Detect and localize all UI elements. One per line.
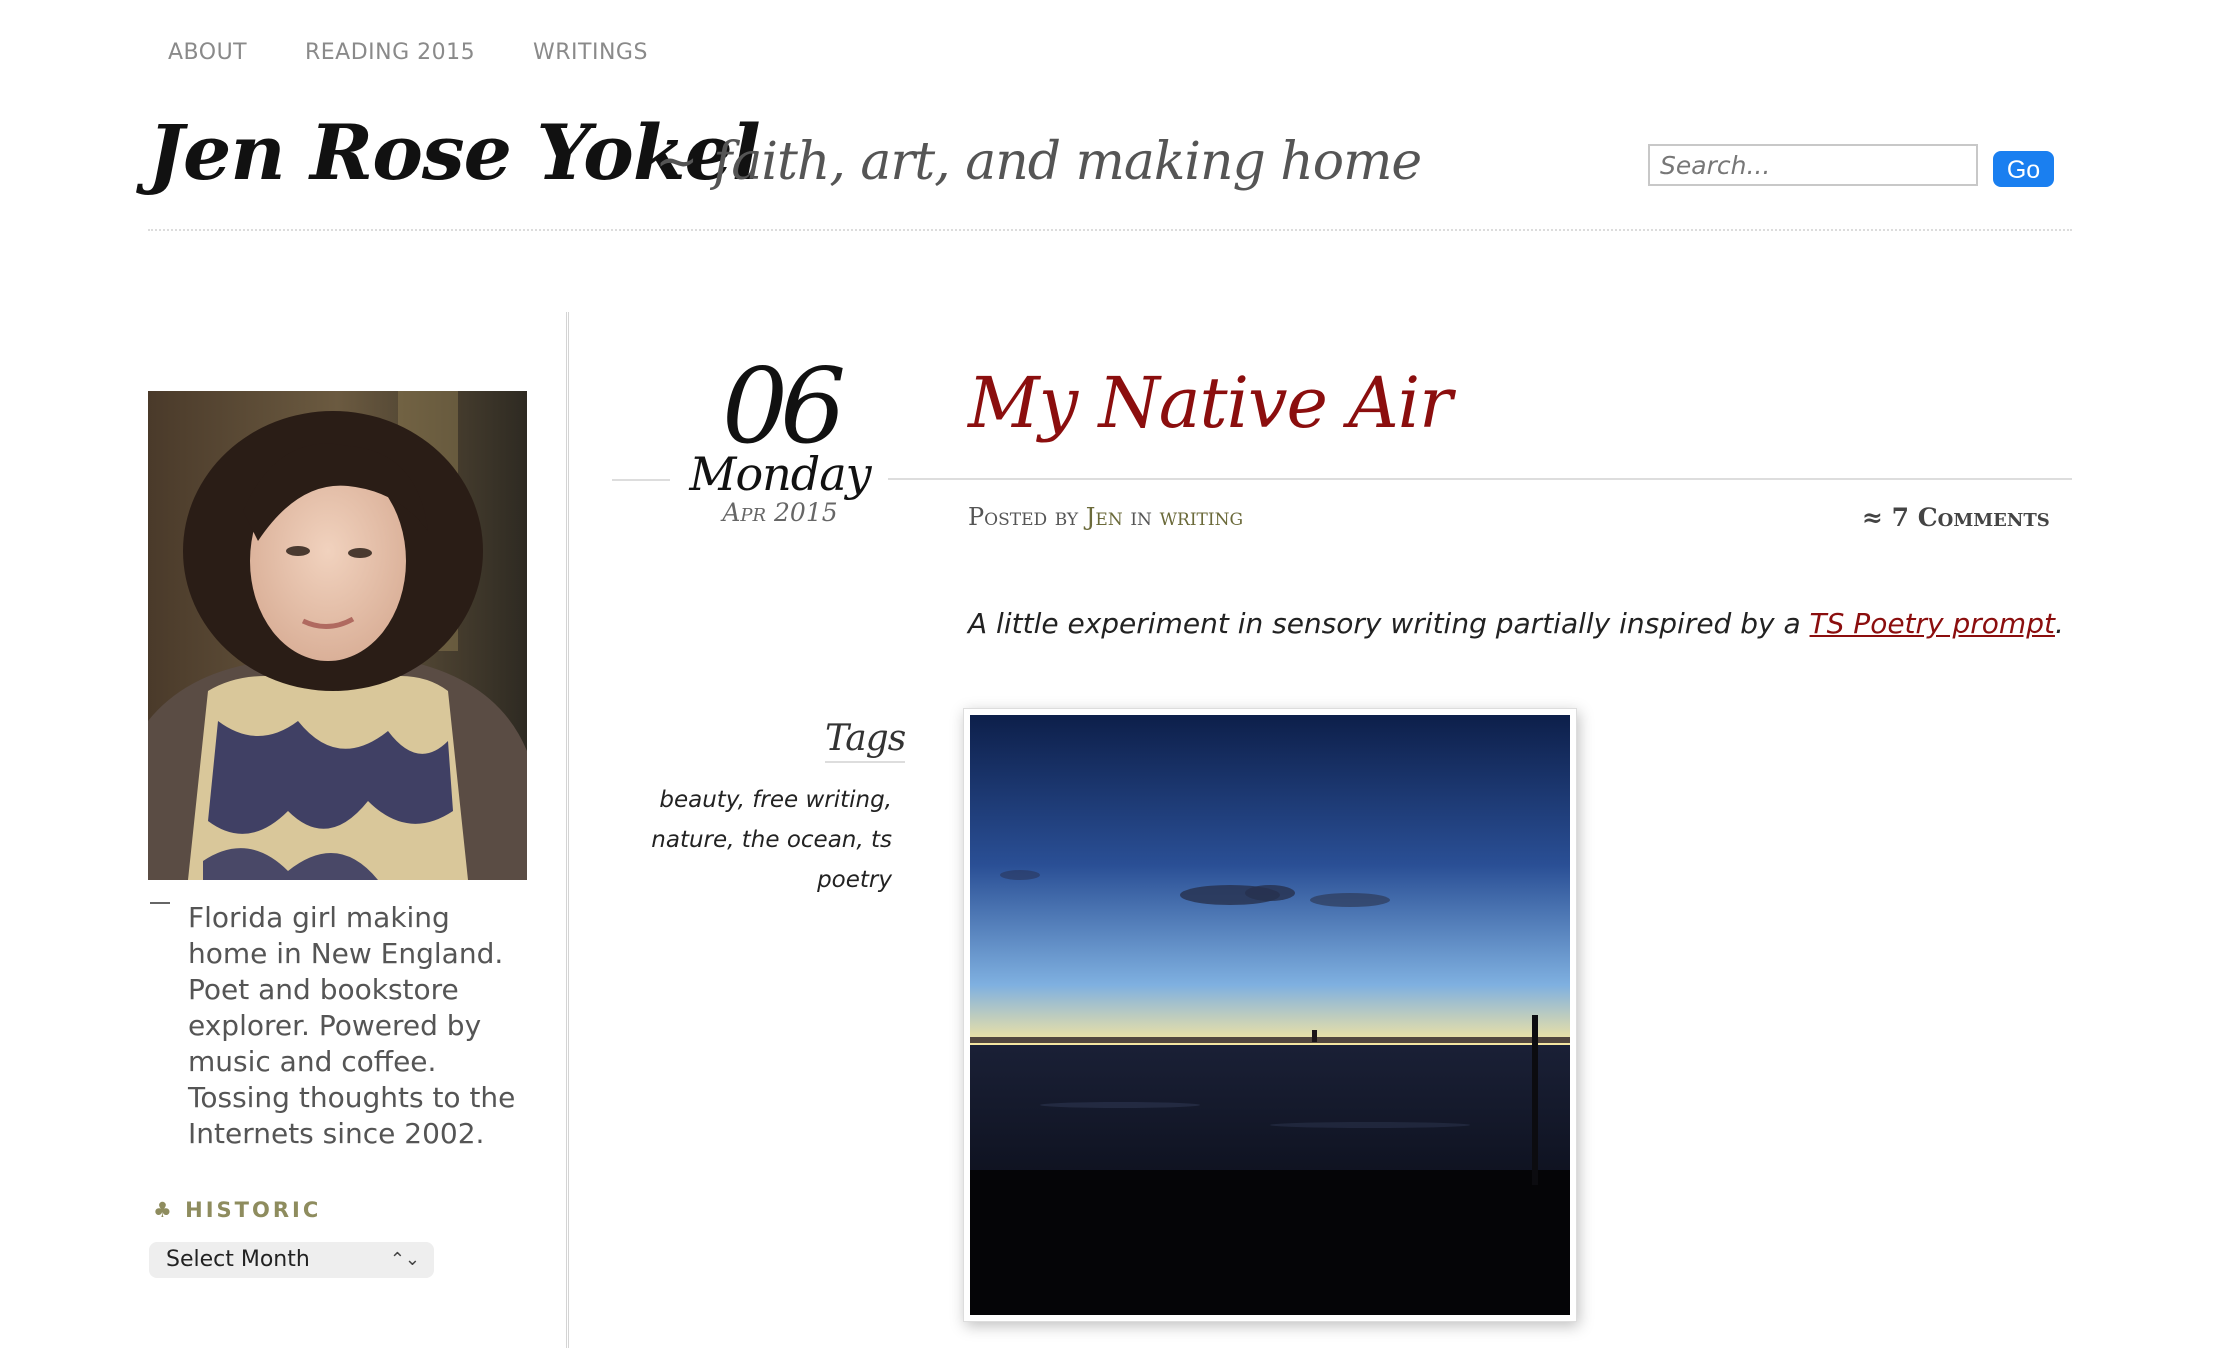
- author-bio: Florida girl making home in New England.…: [188, 901, 516, 1150]
- intro-end: .: [2054, 607, 2064, 640]
- post-intro: A little experiment in sensory writing p…: [968, 607, 2064, 640]
- club-icon: ♣: [153, 1198, 175, 1222]
- chevron-updown-icon: ⌃⌄: [389, 1249, 420, 1270]
- author-avatar: [148, 391, 527, 880]
- nav-writings[interactable]: WRITINGS: [533, 40, 648, 65]
- meta-posted-by: Posted by: [968, 503, 1086, 531]
- header-divider: [148, 229, 2072, 231]
- sunset-ocean-photo[interactable]: [970, 715, 1570, 1315]
- nav-about[interactable]: ABOUT: [168, 40, 247, 65]
- title-rule: [888, 478, 2072, 480]
- historic-heading-label: HISTORIC: [185, 1198, 322, 1222]
- archive-month-select[interactable]: Select Month ⌃⌄: [149, 1242, 434, 1278]
- meta-author-link[interactable]: Jen: [1086, 503, 1123, 531]
- meta-in: in: [1122, 503, 1160, 531]
- comments-link[interactable]: ≈ 7 Comments: [1862, 503, 2050, 532]
- month-select-value: Select Month: [166, 1247, 310, 1272]
- meta-category-link[interactable]: writing: [1160, 503, 1244, 531]
- historic-heading: ♣ HISTORIC: [153, 1198, 321, 1222]
- search-go-button[interactable]: Go: [1993, 151, 2054, 187]
- tags-list[interactable]: beauty, free writing, nature, the ocean,…: [630, 780, 892, 900]
- nav-reading-2015[interactable]: READING 2015: [305, 40, 475, 65]
- post-meta: Posted by Jen in writing: [968, 503, 1243, 531]
- search-input[interactable]: [1648, 144, 1978, 186]
- post-photo-frame: [963, 708, 1577, 1322]
- author-portrait-image: [148, 391, 527, 880]
- post-date-month: Apr 2015: [722, 498, 838, 527]
- intro-text: A little experiment in sensory writing p…: [968, 607, 1810, 640]
- post-title[interactable]: My Native Air: [968, 362, 1453, 444]
- sidebar-divider: [566, 312, 569, 1348]
- ts-poetry-prompt-link[interactable]: TS Poetry prompt: [1810, 607, 2055, 640]
- post-date-weekday: Monday: [689, 447, 871, 501]
- date-rule-left: [612, 479, 670, 481]
- bio-dash: [150, 902, 170, 904]
- tags-heading: Tags: [825, 718, 906, 763]
- site-tagline: ~ faith, art, and making home: [655, 132, 1422, 192]
